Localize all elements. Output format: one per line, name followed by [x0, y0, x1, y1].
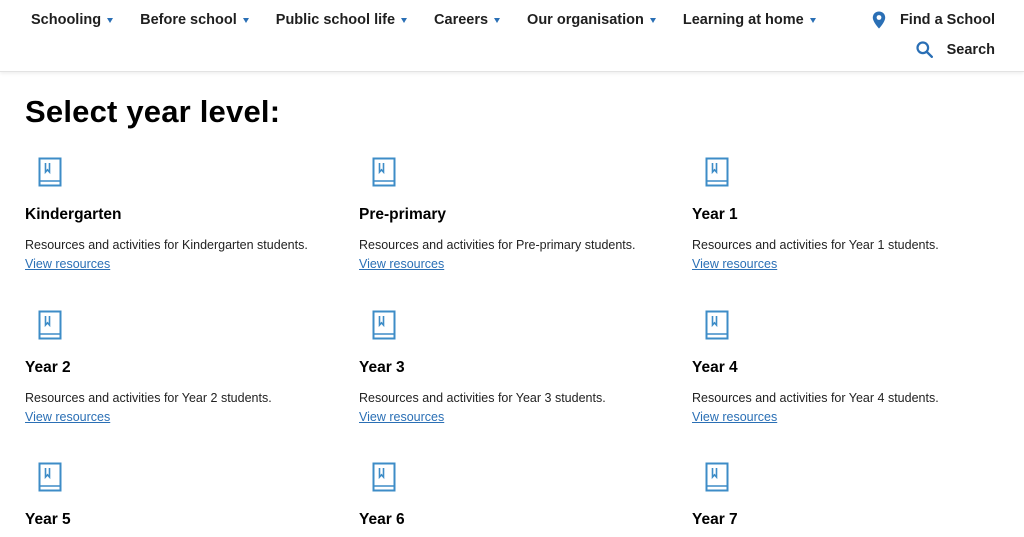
card-title: Year 5 [25, 511, 71, 528]
book-icon [705, 157, 729, 187]
book-icon [705, 462, 729, 492]
card-title: Year 3 [359, 359, 405, 376]
site-header: Schooling Before school Public school li… [0, 0, 1024, 72]
card-title: Year 4 [692, 359, 738, 376]
nav-item-learning-at-home[interactable]: Learning at home [683, 11, 816, 29]
card-title: Year 7 [692, 511, 738, 528]
book-icon [38, 310, 62, 340]
nav-item-label: Careers [434, 12, 489, 28]
card-title: Pre-primary [359, 206, 447, 223]
view-resources-link[interactable]: View resources [359, 410, 444, 424]
card-description: Resources and activities for Year 3 stud… [359, 391, 606, 405]
caret-down-icon [649, 18, 656, 23]
find-a-school-link[interactable]: Find a School [872, 11, 995, 29]
card-title: Kindergarten [25, 206, 122, 223]
card-title: Year 6 [359, 511, 405, 528]
book-icon [38, 462, 62, 492]
nav-item-our-organisation[interactable]: Our organisation [527, 11, 656, 29]
nav-item-label: Public school life [275, 12, 396, 28]
card-description: Resources and activities for Year 1 stud… [692, 238, 939, 252]
nav-item-label: Learning at home [682, 12, 804, 28]
view-resources-link[interactable]: View resources [359, 257, 444, 271]
book-icon [372, 157, 396, 187]
nav-item-label: Before school [140, 12, 237, 28]
card-title: Year 2 [25, 359, 71, 376]
nav-item-label: Schooling [31, 12, 102, 28]
nav-item-public-school-life[interactable]: Public school life [275, 11, 408, 29]
card-description: Resources and activities for Kindergarte… [25, 238, 308, 252]
caret-down-icon [401, 18, 408, 23]
view-resources-link[interactable]: View resources [692, 257, 777, 271]
book-icon [372, 310, 396, 340]
card-description: Resources and activities for Pre-primary… [359, 238, 636, 252]
map-pin-icon [872, 11, 886, 29]
caret-down-icon [242, 18, 249, 23]
book-icon [372, 462, 396, 492]
search-label: Search [946, 41, 995, 58]
view-resources-link[interactable]: View resources [25, 257, 110, 271]
card-title: Year 1 [692, 206, 738, 223]
view-resources-link[interactable]: View resources [25, 410, 110, 424]
find-a-school-label: Find a School [899, 12, 995, 28]
card-description: Resources and activities for Year 4 stud… [692, 391, 939, 405]
nav-item-careers[interactable]: Careers [434, 11, 501, 29]
nav-item-schooling[interactable]: Schooling [31, 11, 114, 29]
card-description: Resources and activities for Year 2 stud… [25, 391, 272, 405]
caret-down-icon [809, 18, 816, 23]
caret-down-icon [107, 18, 114, 23]
search-icon [916, 41, 933, 58]
page-title: Select year level: [25, 94, 281, 129]
nav-item-before-school[interactable]: Before school [140, 11, 249, 29]
main-nav: Schooling Before school Public school li… [31, 11, 843, 29]
view-resources-link[interactable]: View resources [692, 410, 777, 424]
caret-down-icon [494, 18, 501, 23]
book-icon [38, 157, 62, 187]
search-link[interactable]: Search [916, 41, 995, 58]
nav-item-label: Our organisation [527, 12, 644, 28]
book-icon [705, 310, 729, 340]
